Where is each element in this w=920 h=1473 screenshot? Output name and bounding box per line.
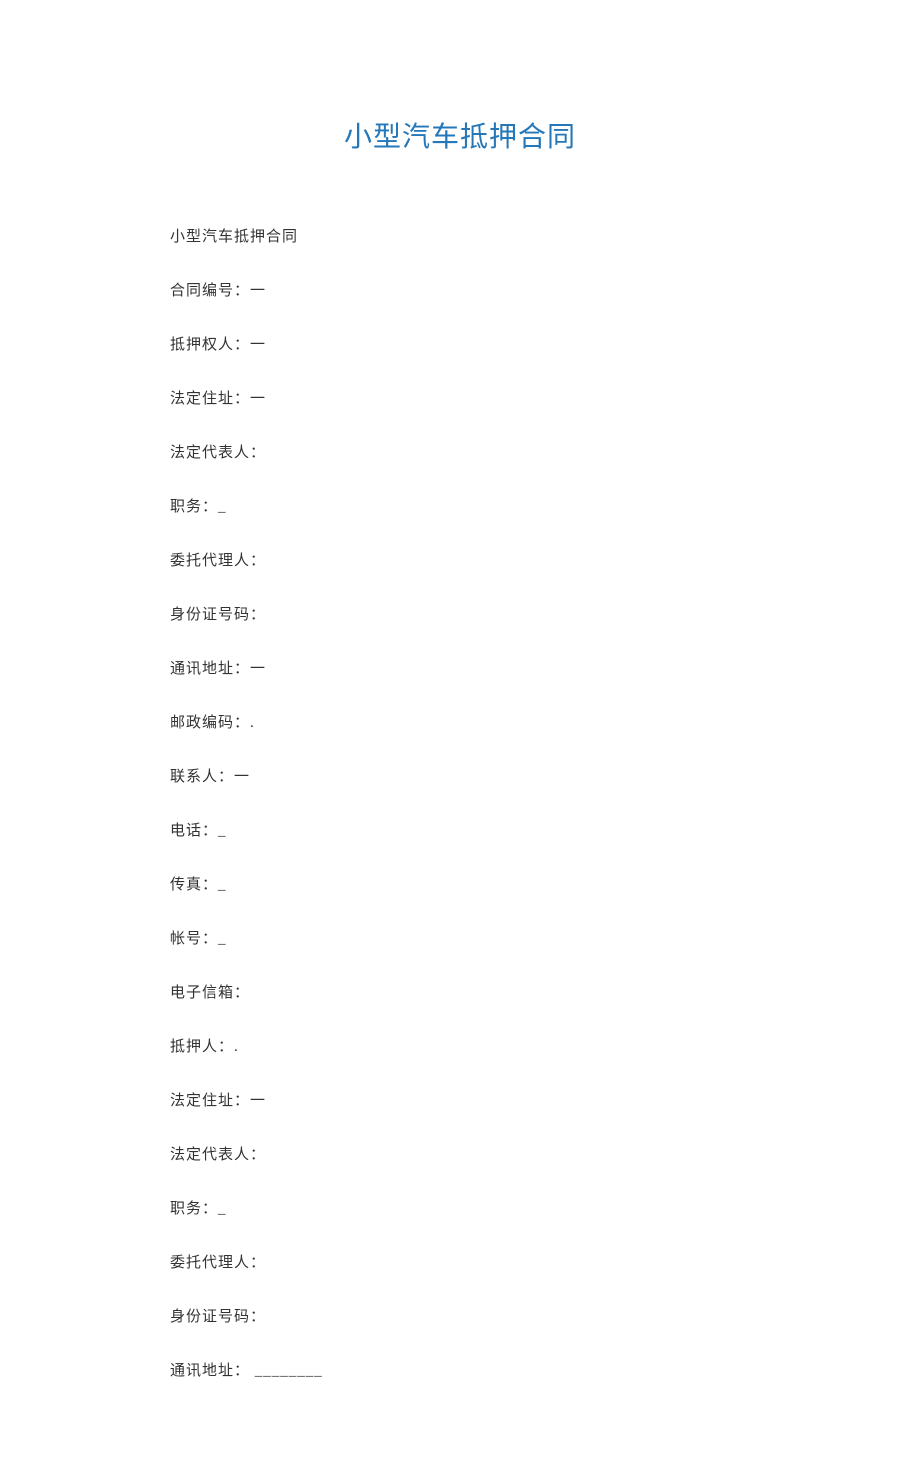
contract-line: 职务：_ xyxy=(170,495,750,516)
contract-line: 合同编号：一 xyxy=(170,279,750,300)
contract-line: 法定住址：一 xyxy=(170,1089,750,1110)
contract-line: 电话：_ xyxy=(170,819,750,840)
contract-line: 职务：_ xyxy=(170,1197,750,1218)
contract-line: 小型汽车抵押合同 xyxy=(170,225,750,246)
contract-line: 抵押人：. xyxy=(170,1035,750,1056)
document-title: 小型汽车抵押合同 xyxy=(170,115,750,155)
contract-line: 身份证号码： xyxy=(170,1305,750,1326)
contract-line: 委托代理人： xyxy=(170,549,750,570)
contract-line: 邮政编码：. xyxy=(170,711,750,732)
contract-line: 通讯地址： ________ xyxy=(170,1359,750,1380)
contract-line: 法定代表人： xyxy=(170,441,750,462)
contract-line: 通讯地址：一 xyxy=(170,657,750,678)
contract-line: 电子信箱： xyxy=(170,981,750,1002)
contract-line: 法定代表人： xyxy=(170,1143,750,1164)
document-page: 小型汽车抵押合同 小型汽车抵押合同 合同编号：一 抵押权人：一 法定住址：一 法… xyxy=(0,0,920,1473)
contract-line: 联系人：一 xyxy=(170,765,750,786)
contract-line: 传真：_ xyxy=(170,873,750,894)
contract-line: 委托代理人： xyxy=(170,1251,750,1272)
contract-line: 身份证号码： xyxy=(170,603,750,624)
contract-line: 抵押权人：一 xyxy=(170,333,750,354)
contract-line: 法定住址：一 xyxy=(170,387,750,408)
contract-line: 帐号：_ xyxy=(170,927,750,948)
